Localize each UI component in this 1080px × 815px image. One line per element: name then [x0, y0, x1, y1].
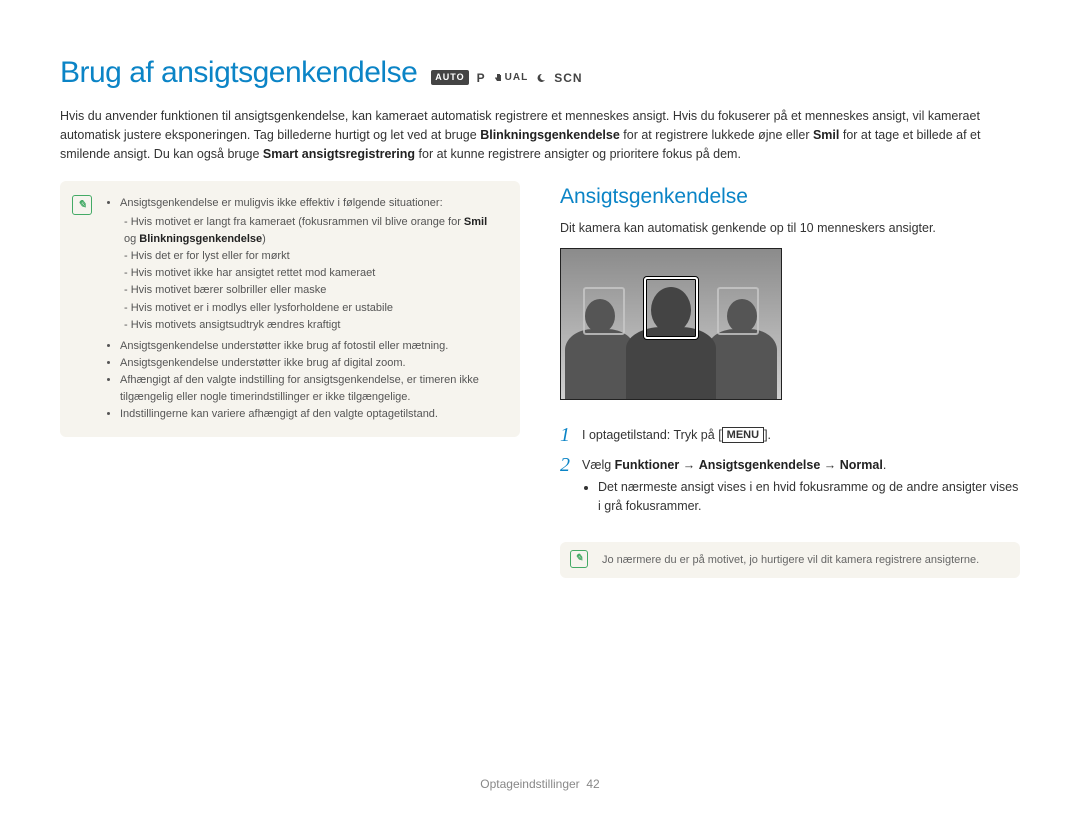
- note-sub-3: Hvis motivet ikke har ansigtet rettet mo…: [124, 265, 502, 282]
- hand-icon: [494, 73, 504, 83]
- face-frame-center: [644, 277, 698, 339]
- note-bullet-5: Indstillingerne kan variere afhængigt af…: [120, 406, 502, 423]
- footer: Optageindstillinger 42: [0, 775, 1080, 793]
- footer-section: Optageindstillinger: [480, 777, 579, 791]
- note-sub-4: Hvis motivet bærer solbriller eller mask…: [124, 282, 502, 299]
- note-bullet-4: Afhængigt af den valgte indstilling for …: [120, 372, 502, 406]
- footer-page: 42: [586, 777, 599, 791]
- intro-text-b: for at registrere lukkede øjne eller: [623, 128, 813, 142]
- step-1: 1 I optagetilstand: Tryk på [MENU].: [560, 424, 1020, 446]
- intro-bold-1: Blinkningsgenkendelse: [480, 128, 620, 142]
- intro-paragraph: Hvis du anvender funktionen til ansigtsg…: [60, 107, 1020, 163]
- section-desc: Dit kamera kan automatisk genkende op ti…: [560, 219, 1020, 238]
- intro-bold-3: Smart ansigtsregistrering: [263, 147, 415, 161]
- small-note-text: Jo nærmere du er på motivet, jo hurtiger…: [602, 554, 979, 566]
- note-box: ✎ Ansigtsgenkendelse er muligvis ikke ef…: [60, 181, 520, 437]
- note-sub-6: Hvis motivets ansigtsudtryk ændres kraft…: [124, 317, 502, 334]
- title-row: Brug af ansigtsgenkendelse AUTO P UAL SC…: [60, 50, 1020, 95]
- mode-dual-icon: UAL: [494, 70, 529, 85]
- mode-scn-icon: SCN: [554, 69, 582, 87]
- note-sub-5: Hvis motivet er i modlys eller lysforhol…: [124, 300, 502, 317]
- note-icon: ✎: [72, 195, 92, 215]
- note-bullet-2: Ansigtsgenkendelse understøtter ikke bru…: [120, 338, 502, 355]
- page-title: Brug af ansigtsgenkendelse: [60, 50, 417, 95]
- mode-icons: AUTO P UAL SCN: [431, 69, 582, 87]
- note-bullet-1: Ansigtsgenkendelse er muligvis ikke effe…: [120, 195, 502, 333]
- section-title: Ansigtsgenkendelse: [560, 181, 1020, 213]
- preview-illustration: [560, 248, 782, 400]
- note-sub-1: Hvis motivet er langt fra kameraet (foku…: [124, 214, 502, 248]
- small-note: ✎ Jo nærmere du er på motivet, jo hurtig…: [560, 542, 1020, 579]
- intro-text-d: for at kunne registrere ansigter og prio…: [419, 147, 741, 161]
- intro-bold-2: Smil: [813, 128, 839, 142]
- note-bullet-3: Ansigtsgenkendelse understøtter ikke bru…: [120, 355, 502, 372]
- step-1-number: 1: [560, 424, 570, 446]
- step-2-sub: Det nærmeste ansigt vises i en hvid foku…: [598, 478, 1020, 516]
- menu-badge: MENU: [722, 427, 764, 443]
- mode-auto-icon: AUTO: [431, 70, 468, 86]
- small-note-icon: ✎: [570, 550, 588, 568]
- face-frame-right: [717, 287, 759, 335]
- step-2: 2 Vælg Funktioner → Ansigtsgenkendelse →…: [560, 454, 1020, 526]
- face-frame-left: [583, 287, 625, 335]
- step-2-text: Vælg Funktioner → Ansigtsgenkendelse → N…: [582, 454, 1020, 526]
- mode-p-icon: P: [477, 69, 486, 87]
- step-1-text: I optagetilstand: Tryk på [MENU].: [582, 424, 1020, 445]
- step-2-number: 2: [560, 454, 570, 476]
- mode-night-icon: [536, 73, 546, 83]
- note-sub-2: Hvis det er for lyst eller for mørkt: [124, 248, 502, 265]
